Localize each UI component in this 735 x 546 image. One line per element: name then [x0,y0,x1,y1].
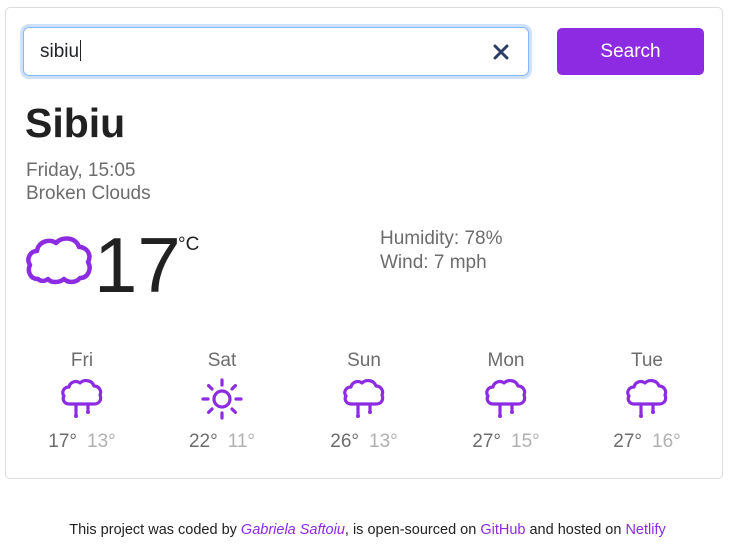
forecast-day-name: Tue [630,350,664,371]
forecast-max-temp: 27° [472,431,501,452]
sun-icon [201,378,243,420]
footer: This project was coded by Gabriela Safto… [0,520,735,540]
rain-cloud-icon [626,379,668,418]
forecast-day-name: Sat [207,350,237,371]
forecast-day-name: Fri [70,350,94,371]
author-link[interactable]: Gabriela Saftoiu [241,522,345,538]
current-temperature: 17 [94,221,181,309]
date-time: Friday, 15:05 [26,160,136,181]
text-caret [80,40,82,61]
forecast-max-temp: 17° [48,431,77,452]
weather-description: Broken Clouds [26,183,151,204]
forecast-max-temp: 22° [188,431,218,452]
rain-cloud-icon [485,379,527,418]
cloud-icon [26,236,92,285]
wind-speed: Wind: 7 mph [380,252,487,273]
forecast-day: Fri 17° 13° [22,348,142,454]
forecast-day: Sun 26° 13° [304,348,424,454]
clear-search-icon[interactable] [490,41,512,63]
forecast-day: Tue 27° 16° [587,348,707,454]
forecast-day-name: Mon [487,350,525,371]
forecast-min-temp: 13° [369,431,398,452]
footer-text: This project was coded by [69,522,241,538]
forecast-day-name: Sun [347,350,381,371]
rain-cloud-icon [343,379,385,418]
forecast-day: Sat 22° 11° [162,348,282,454]
forecast-max-temp: 26° [330,431,359,452]
rain-cloud-icon [61,379,103,418]
netlify-link[interactable]: Netlify [625,522,665,538]
forecast-max-temp: 27° [613,431,642,452]
forecast-day: Mon 27° 15° [446,348,566,454]
forecast-min-temp: 13° [87,431,116,452]
humidity: Humidity: 78% [380,228,503,249]
github-link[interactable]: GitHub [480,522,525,538]
search-button[interactable]: Search [557,28,704,75]
forecast-min-temp: 15° [511,431,540,452]
search-input[interactable]: sibiu [23,27,529,76]
temperature-unit: °C [178,234,200,255]
city-name: Sibiu [25,100,126,146]
footer-text: , is open-sourced on [344,522,481,538]
forecast-min-temp: 16° [652,431,681,452]
footer-text: and hosted on [525,522,626,538]
forecast-min-temp: 11° [227,431,256,452]
search-input-value: sibiu [40,41,80,62]
